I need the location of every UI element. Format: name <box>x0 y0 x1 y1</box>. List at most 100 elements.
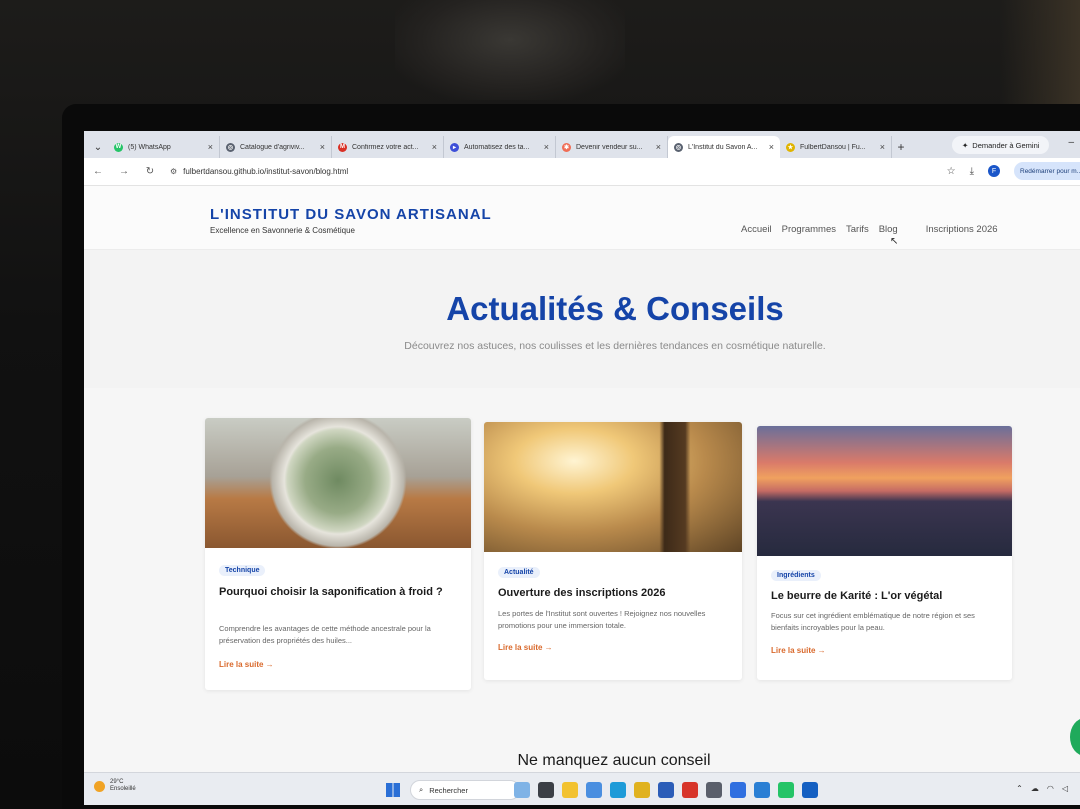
close-icon[interactable]: × <box>208 142 213 152</box>
browser-tab[interactable]: ★ FulbertDansou | Fu... × <box>780 136 892 158</box>
post-title[interactable]: Pourquoi choisir la saponification à fro… <box>219 585 449 599</box>
windows-start-icon[interactable] <box>386 783 400 797</box>
sunset-sea-image <box>757 426 1012 556</box>
tab-label: (5) WhatsApp <box>128 143 171 151</box>
nav-link-accueil[interactable]: Accueil <box>741 224 772 235</box>
mouse-cursor-icon: ↖ <box>890 236 899 247</box>
widgets-icon[interactable] <box>514 782 530 798</box>
minimize-icon[interactable]: – <box>1068 137 1074 148</box>
calendar-icon[interactable] <box>706 782 722 798</box>
post-title[interactable]: Ouverture des inscriptions 2026 <box>498 586 728 600</box>
site-settings-icon[interactable]: ⚙ <box>170 167 177 176</box>
url-text: fulbertdansou.github.io/institut-savon/b… <box>183 167 349 176</box>
browser-tab[interactable]: M Confirmez votre act... × <box>332 136 444 158</box>
post-title[interactable]: Le beurre de Karité : L'or végétal <box>771 589 1001 603</box>
tab-label: Confirmez votre act... <box>352 143 419 151</box>
gemini-button[interactable]: ✦ Demander à Gemini <box>952 136 1050 154</box>
whatsapp-icon: W <box>114 142 123 152</box>
browser-tab[interactable]: W (5) WhatsApp × <box>108 136 220 158</box>
site-logo[interactable]: L'INSTITUT DU SAVON ARTISANAL <box>210 206 492 223</box>
new-tab-button[interactable]: + <box>892 136 910 158</box>
url-field[interactable]: ⚙ fulbertdansou.github.io/institut-savon… <box>170 167 348 176</box>
chevron-up-icon[interactable]: ⌃ <box>1016 784 1023 793</box>
page-subtitle: Découvrez nos astuces, nos coulisses et … <box>404 340 826 352</box>
whatsapp-icon[interactable] <box>778 782 794 798</box>
taskbar-search[interactable]: ⌕ Rechercher <box>410 780 520 800</box>
blog-section: Technique Pourquoi choisir la saponifica… <box>84 388 1080 805</box>
address-bar-actions: ☆ ⤓ F Redémarrer pour m... <box>947 162 1080 180</box>
cloud-icon[interactable]: ☁ <box>1031 784 1039 793</box>
nav-link-programmes[interactable]: Programmes <box>782 224 836 235</box>
bookmark-star-icon[interactable]: ☆ <box>947 166 956 177</box>
browser-tab[interactable]: ▸ Automatisez des ta... × <box>444 136 556 158</box>
close-icon[interactable]: × <box>432 142 437 152</box>
restart-update-button[interactable]: Redémarrer pour m... <box>1014 162 1080 180</box>
vscode-icon[interactable] <box>754 782 770 798</box>
search-placeholder: Rechercher <box>429 785 468 795</box>
blog-card[interactable]: Ingrédients Le beurre de Karité : L'or v… <box>757 426 1012 680</box>
task-view-icon[interactable] <box>538 782 554 798</box>
nav-link-inscriptions[interactable]: Inscriptions 2026 <box>926 224 998 235</box>
gmail-icon: M <box>338 142 347 152</box>
background-figure <box>395 0 625 100</box>
back-arrow-icon[interactable]: ← <box>92 166 104 177</box>
gemini-label: Demander à Gemini <box>972 140 1040 150</box>
reload-icon[interactable]: ↻ <box>144 166 156 177</box>
chrome-icon[interactable] <box>634 782 650 798</box>
category-badge: Technique <box>219 565 266 576</box>
category-badge: Actualité <box>498 567 540 578</box>
close-icon[interactable]: × <box>544 142 549 152</box>
globe-icon: ◎ <box>674 142 683 152</box>
lenovo-icon[interactable] <box>682 782 698 798</box>
forward-arrow-icon[interactable]: → <box>118 166 130 177</box>
close-icon[interactable]: × <box>880 142 885 152</box>
post-excerpt: Focus sur cet ingrédient emblématique de… <box>771 611 975 632</box>
close-icon[interactable]: × <box>769 142 774 152</box>
browser-tab-bar: ⌄ W (5) WhatsApp × ◎ Catalogue d'agriviv… <box>84 131 1080 158</box>
file-explorer-icon[interactable] <box>562 782 578 798</box>
volume-icon[interactable]: ◁ <box>1062 784 1068 793</box>
nav-link-blog[interactable]: Blog <box>879 224 898 235</box>
browser-tab[interactable]: ◎ Catalogue d'agriviv... × <box>220 136 332 158</box>
main-nav: Accueil Programmes Tarifs Blog Inscripti… <box>741 224 1008 235</box>
cactus-image <box>205 418 471 548</box>
background-light <box>1000 0 1080 120</box>
page-title: Actualités & Conseils <box>446 290 784 327</box>
profile-avatar[interactable]: F <box>988 165 1000 177</box>
chat-button[interactable] <box>1070 718 1080 756</box>
sunlit-field-image <box>484 422 742 552</box>
blog-card[interactable]: Technique Pourquoi choisir la saponifica… <box>205 418 471 690</box>
photos-icon[interactable] <box>586 782 602 798</box>
laptop-screen: ⌄ W (5) WhatsApp × ◎ Catalogue d'agriviv… <box>84 131 1080 805</box>
read-more-link[interactable]: Lire la suite → <box>219 660 274 669</box>
weather-widget[interactable]: 29°C Ensoleillé <box>94 779 136 793</box>
post-excerpt: Comprendre les avantages de cette méthod… <box>219 624 431 645</box>
browser-tab[interactable]: ✱ Devenir vendeur su... × <box>556 136 668 158</box>
taskbar-apps <box>514 782 818 798</box>
temperature: 29°C <box>110 779 124 785</box>
site-tagline: Excellence en Savonnerie & Cosmétique <box>210 226 355 235</box>
sun-icon <box>94 780 105 792</box>
firefox-icon[interactable] <box>730 782 746 798</box>
site-header: L'INSTITUT DU SAVON ARTISANAL Excellence… <box>84 186 1080 250</box>
post-excerpt: Les portes de l'Institut sont ouvertes !… <box>498 609 706 630</box>
wifi-icon[interactable]: ◠ <box>1047 784 1054 793</box>
close-icon[interactable]: × <box>656 142 661 152</box>
read-more-link[interactable]: Lire la suite → <box>498 643 553 652</box>
blog-card[interactable]: Actualité Ouverture des inscriptions 202… <box>484 422 742 680</box>
sparkle-icon: ✦ <box>962 140 969 150</box>
tab-search-chevron-icon[interactable]: ⌄ <box>88 136 108 158</box>
nav-link-tarifs[interactable]: Tarifs <box>846 224 869 235</box>
store-icon[interactable] <box>658 782 674 798</box>
tab-label: Devenir vendeur su... <box>576 143 643 151</box>
newsletter-heading: Ne manquez aucun conseil <box>517 752 711 769</box>
tab-label: Catalogue d'agriviv... <box>240 143 305 151</box>
edge-icon[interactable] <box>610 782 626 798</box>
close-icon[interactable]: × <box>320 142 325 152</box>
tab-label: Automatisez des ta... <box>464 143 530 151</box>
download-icon[interactable]: ⤓ <box>970 166 974 177</box>
browser-tab-active[interactable]: ◎ L'Institut du Savon A... × <box>668 136 780 158</box>
outlook-icon[interactable] <box>802 782 818 798</box>
globe-icon: ◎ <box>226 142 235 152</box>
read-more-link[interactable]: Lire la suite → <box>771 646 826 655</box>
